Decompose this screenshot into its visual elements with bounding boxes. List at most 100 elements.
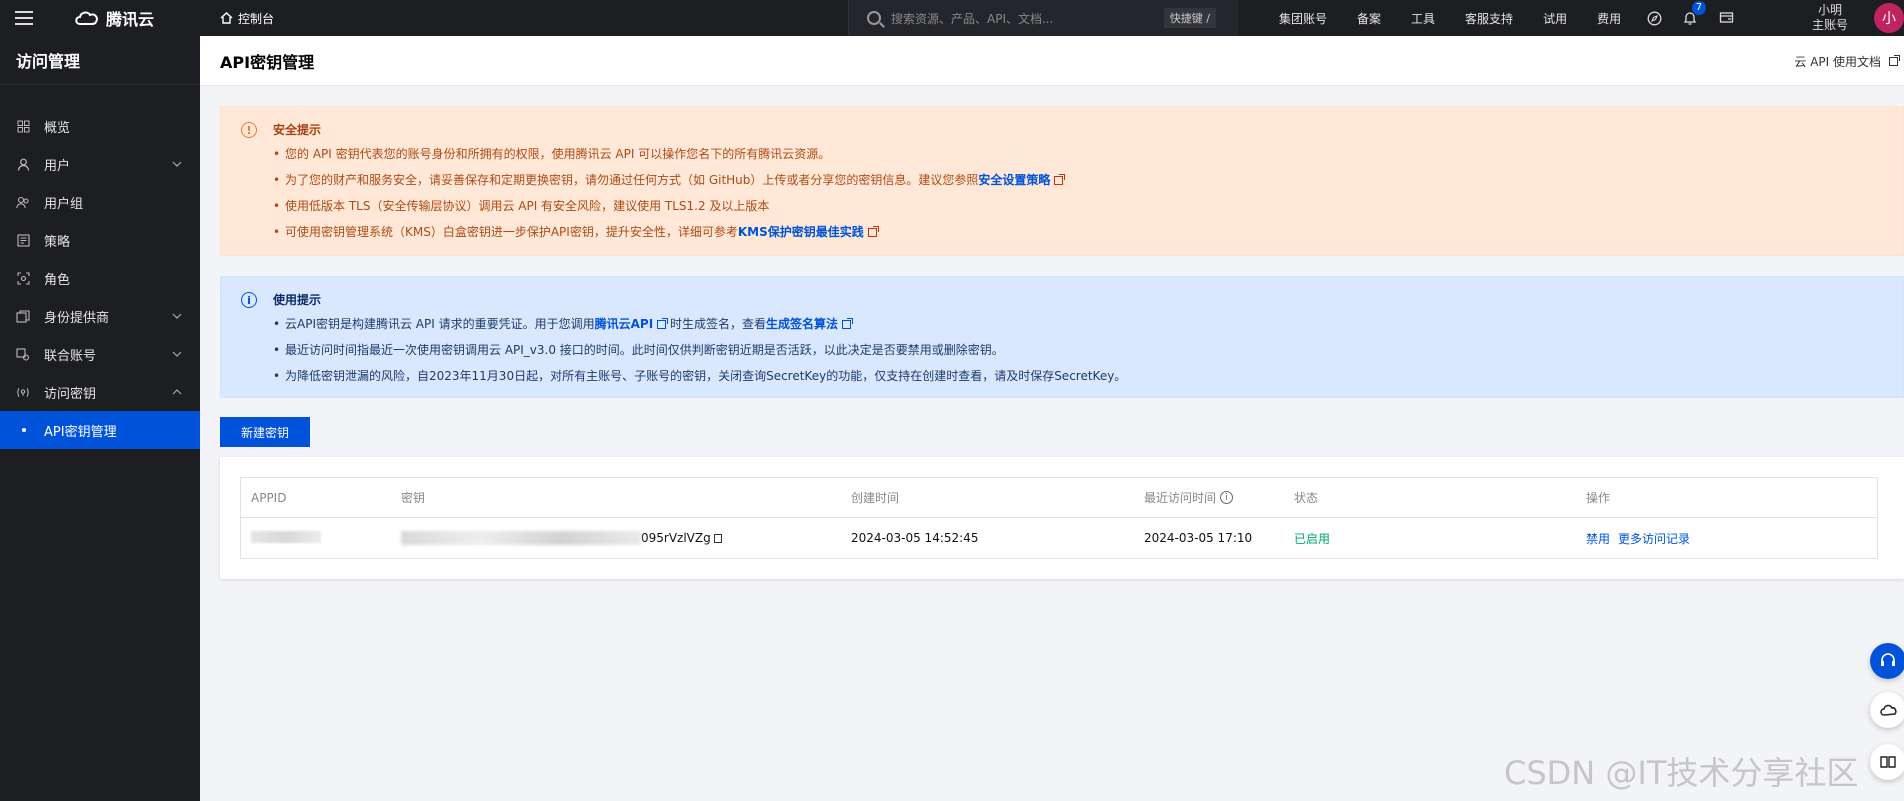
users-icon (16, 195, 30, 209)
table-row: 2344 095rVzlVZg 2024-03-05 14:52:45 2024… (241, 518, 1877, 558)
policy-icon (16, 233, 30, 247)
compass-icon[interactable] (1636, 0, 1672, 36)
nav-tools[interactable]: 工具 (1396, 10, 1450, 27)
api-doc-link[interactable]: 云 API 使用文档 (1794, 53, 1900, 70)
sidebar-item-label: 用户组 (44, 196, 84, 212)
home-icon (220, 12, 233, 24)
nav-support[interactable]: 客服支持 (1450, 10, 1528, 27)
menu-icon[interactable] (0, 0, 48, 36)
notice-text: 使用低版本 TLS（安全传输层协议）调用云 API 有安全风险，建议使用 TLS… (285, 199, 770, 213)
sidebar-item-access-keys[interactable]: 访问密钥 (0, 373, 200, 411)
cell-key: 095rVzlVZg (401, 531, 851, 546)
sidebar-item-label: 角色 (44, 272, 71, 288)
api-doc-link-label: 云 API 使用文档 (1794, 55, 1881, 69)
chevron-down-icon (172, 347, 182, 362)
usage-notice: i 使用提示 云API密钥是构建腾讯云 API 请求的重要凭证。用于您调用腾讯云… (220, 276, 1904, 398)
cell-appid: 2344 (241, 530, 401, 546)
search-shortcut-hint: 快捷键 / (1163, 8, 1216, 28)
brand-logo[interactable]: 腾讯云 (48, 6, 220, 30)
chevron-down-icon (172, 309, 182, 324)
search-placeholder: 搜索资源、产品、API、文档... (891, 11, 1054, 26)
table-header: APPID 密钥 创建时间 最近访问时间 i 状态 操作 (241, 478, 1877, 518)
sidebar-title: 访问管理 (0, 36, 200, 85)
redacted-secret-id (401, 531, 641, 546)
redacted-appid (251, 530, 321, 543)
create-key-button[interactable]: 新建密钥 (220, 417, 310, 447)
help-icon[interactable]: i (1220, 491, 1234, 504)
account-role: 主账号 (1812, 18, 1849, 32)
nav-group-account[interactable]: 集团账号 (1264, 10, 1342, 27)
usage-notice-item: 云API密钥是构建腾讯云 API 请求的重要凭证。用于您调用腾讯云API 时生成… (273, 311, 1903, 337)
sidebar-item-policies[interactable]: 策略 (0, 221, 200, 259)
warning-icon: ! (241, 122, 257, 138)
sidebar-item-label: 访问密钥 (44, 386, 97, 402)
signature-algorithm-link[interactable]: 生成签名算法 (766, 317, 838, 331)
nav-trial[interactable]: 试用 (1528, 10, 1582, 27)
sidebar-item-overview[interactable]: 概览 (0, 107, 200, 145)
chevron-up-icon (172, 385, 182, 400)
notice-text: 时生成签名，查看 (670, 317, 767, 331)
account-name: 小明 (1818, 3, 1843, 17)
security-policy-link[interactable]: 安全设置策略 (978, 173, 1050, 187)
sidebar-item-label: 概览 (44, 120, 71, 136)
disable-key-link[interactable]: 禁用 (1586, 530, 1610, 547)
customer-service-button[interactable] (1870, 643, 1904, 679)
sidebar-item-label: API密钥管理 (44, 424, 117, 440)
cell-actions: 禁用 更多访问记录 (1586, 530, 1877, 547)
security-notice-title: 安全提示 (273, 123, 322, 137)
cell-created: 2024-03-05 14:52:45 (851, 531, 979, 545)
page-title: API密钥管理 (220, 52, 315, 72)
global-search[interactable]: 搜索资源、产品、API、文档... 快捷键 / (848, 0, 1238, 36)
sidebar-menu: 概览 用户 用户组 策略 角色 身份提供商 联合账号 访问密钥 API密钥管理 (0, 107, 200, 449)
notice-text: 云API密钥是构建腾讯云 API 请求的重要凭证。用于您调用 (285, 317, 595, 331)
sidebar-item-users[interactable]: 用户 (0, 145, 200, 183)
sidebar-item-identity-providers[interactable]: 身份提供商 (0, 297, 200, 335)
user-icon (16, 157, 30, 171)
sidebar-item-user-groups[interactable]: 用户组 (0, 183, 200, 221)
notice-text: 为了您的财产和服务安全，请妥善保存和定期更换密钥，请勿通过任何方式（如 GitH… (285, 173, 979, 187)
more-access-records-link[interactable]: 更多访问记录 (1618, 530, 1690, 547)
dot-icon (22, 428, 26, 432)
brand-name: 腾讯云 (106, 10, 155, 29)
sidebar-item-label: 用户 (44, 158, 71, 174)
sidebar-item-federated-accounts[interactable]: 联合账号 (0, 335, 200, 373)
nav-billing[interactable]: 费用 (1582, 10, 1636, 27)
cell-last-access: 2024-03-05 17:10 (1144, 531, 1253, 545)
col-last-access-label: 最近访问时间 (1144, 491, 1217, 505)
nav-filing[interactable]: 备案 (1342, 10, 1396, 27)
col-created: 创建时间 (851, 491, 900, 505)
security-notice-item: 您的 API 密钥代表您的账号身份和所拥有的权限，使用腾讯云 API 可以操作您… (273, 141, 1903, 167)
account-menu[interactable]: 小明 主账号 (1812, 0, 1848, 36)
avatar[interactable]: 小 (1874, 3, 1904, 33)
sidebar-item-label: 联合账号 (44, 348, 97, 364)
console-label: 控制台 (238, 11, 275, 26)
copy-icon[interactable] (713, 533, 722, 543)
info-icon: i (241, 292, 257, 308)
sidebar: 访问管理 概览 用户 用户组 策略 角色 身份提供商 联合账号 访问密钥 API… (0, 36, 200, 801)
feedback-button[interactable] (1870, 744, 1904, 780)
external-link-icon (657, 318, 669, 329)
cloud-assistant-button[interactable] (1870, 692, 1904, 728)
sidebar-item-label: 策略 (44, 234, 71, 250)
cart-icon[interactable] (1708, 0, 1744, 36)
console-link[interactable]: 控制台 (220, 10, 274, 27)
role-icon (16, 271, 30, 285)
sidebar-item-roles[interactable]: 角色 (0, 259, 200, 297)
external-link-icon (842, 318, 854, 329)
col-status: 状态 (1294, 491, 1319, 505)
bell-icon[interactable]: 7 (1672, 0, 1708, 36)
search-icon (867, 11, 881, 25)
cloud-logo-icon (75, 11, 98, 25)
kms-best-practice-link[interactable]: KMS保护密钥最佳实践 (738, 225, 864, 239)
page-header: API密钥管理 云 API 使用文档 (200, 36, 1904, 86)
sidebar-item-api-key-management[interactable]: API密钥管理 (0, 411, 200, 449)
notification-badge: 7 (1691, 1, 1707, 15)
headset-icon (1881, 653, 1895, 666)
security-notice: ! 安全提示 您的 API 密钥代表您的账号身份和所拥有的权限，使用腾讯云 AP… (220, 106, 1904, 256)
key-table-panel: APPID 密钥 创建时间 最近访问时间 i 状态 操作 2344 095rVz… (220, 457, 1904, 579)
grid-icon (16, 119, 30, 133)
usage-notice-title: 使用提示 (273, 293, 322, 307)
federated-icon (16, 347, 30, 361)
tencent-cloud-api-link[interactable]: 腾讯云API (595, 317, 654, 331)
identity-provider-icon (16, 309, 30, 323)
